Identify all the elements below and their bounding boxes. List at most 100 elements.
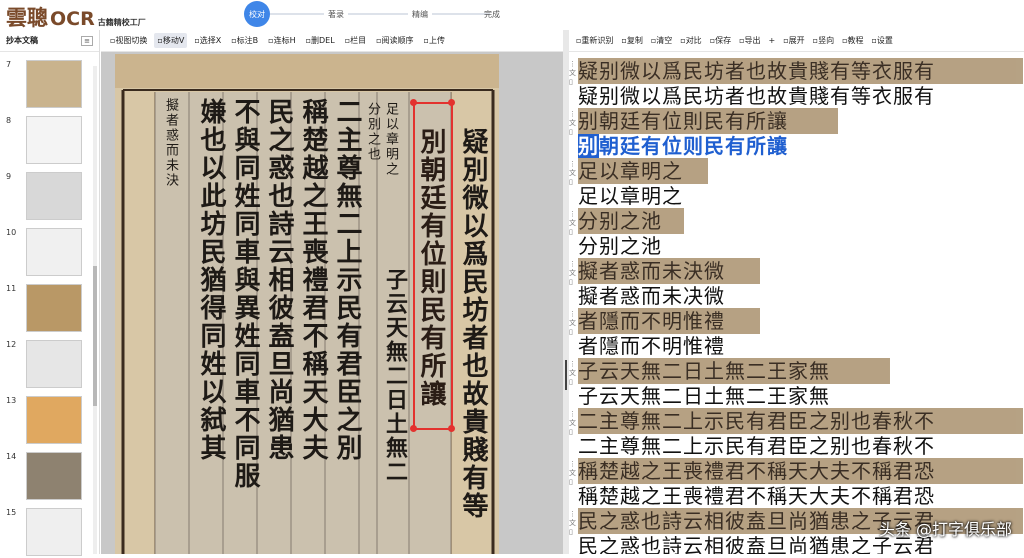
text-toolbar-button-tutorial[interactable]: ▫教程 — [839, 33, 866, 48]
selected-region-box[interactable] — [413, 102, 453, 430]
resize-handle[interactable] — [410, 99, 417, 106]
text-toolbar-button-plus[interactable]: + — [766, 34, 779, 47]
ocr-line[interactable]: ⋮ 文 ▯ 分别之池 分别之池 — [569, 208, 1024, 258]
toolbar-button-link-mark[interactable]: ▫连标H — [265, 33, 298, 48]
line-text-editor[interactable]: 稱楚越之王喪禮君不稱天大夫不稱君恐 — [578, 484, 935, 508]
toolbar-button-select[interactable]: ▫选择X — [191, 33, 224, 48]
toolbar-button-mark[interactable]: ▫标注B — [228, 33, 261, 48]
line-drag-handle-icon[interactable]: ⋮ 文 ▯ — [569, 310, 577, 337]
thumbnail-item[interactable]: 10 — [4, 228, 90, 278]
line-text-editor[interactable]: 擬者惑而未决微 — [578, 284, 725, 308]
line-text[interactable]: 二主尊無二上示民有君臣之别也春秋不 — [578, 434, 935, 458]
thumbnail-item[interactable]: 15 — [4, 508, 90, 558]
text-toolbar-button-compare[interactable]: ▫对比 — [677, 33, 704, 48]
ocr-text-panel[interactable]: ⋮ 文 ▯ 疑别微以爲民坊者也故貴賤有等衣服有 疑别微以爲民坊者也故貴賤有等衣服有 ⋮ 文 ▯… — [569, 52, 1024, 554]
toolbar-button-split-view[interactable]: ▫视图切换 — [107, 33, 150, 48]
line-text[interactable]: 朝廷有位则民有所讓 — [599, 134, 788, 158]
line-drag-handle-icon[interactable]: ⋮ 文 ▯ — [569, 160, 577, 187]
resize-handle[interactable] — [410, 425, 417, 432]
thumbnail-item[interactable]: 8 — [4, 116, 90, 166]
text-toolbar-label: 设置 — [876, 36, 893, 45]
line-text-editor[interactable]: 足以章明之 — [578, 184, 683, 208]
scrollbar-thumb[interactable] — [93, 266, 97, 406]
line-text[interactable]: 擬者惑而未决微 — [578, 284, 725, 308]
line-text[interactable]: 足以章明之 — [578, 184, 683, 208]
text-toolbar-button-save[interactable]: ▫保存 — [707, 33, 734, 48]
toolbar-button-upload[interactable]: ▫上传 — [421, 33, 448, 48]
text-toolbar-button-clear[interactable]: ▫清空 — [648, 33, 675, 48]
line-text[interactable]: 分别之池 — [578, 234, 662, 258]
thumbnail-image[interactable] — [26, 396, 82, 444]
selected-character[interactable]: 别 — [578, 134, 599, 158]
text-toolbar-button-re-recognize[interactable]: ▫重新识别 — [573, 33, 616, 48]
line-text-editor[interactable]: 分别之池 — [578, 234, 662, 258]
ocr-line[interactable]: ⋮ 文 ▯ 足以章明之 足以章明之 — [569, 158, 1024, 208]
line-text[interactable]: 稱楚越之王喪禮君不稱天大夫不稱君恐 — [578, 484, 935, 508]
line-text-editor[interactable]: 者隱而不明惟禮 — [578, 334, 725, 358]
step-proofread[interactable]: 校对 — [244, 1, 270, 27]
ocr-line[interactable]: ⋮ 文 ▯ 稱楚越之王喪禮君不稱天大夫不稱君恐 稱楚越之王喪禮君不稱天大夫不稱君恐 — [569, 458, 1024, 508]
line-drag-handle-icon[interactable]: ⋮ 文 ▯ — [569, 510, 577, 537]
logo-ocr: OCR — [50, 8, 95, 30]
line-drag-handle-icon[interactable]: ⋮ 文 ▯ — [569, 60, 577, 87]
thumbnail-image[interactable] — [26, 508, 82, 556]
ocr-line[interactable]: ⋮ 文 ▯ 子云天無二日土無二王家無 子云天無二日土無二王家無 — [569, 358, 1024, 408]
line-drag-handle-icon[interactable]: ⋮ 文 ▯ — [569, 260, 577, 287]
splitter-grip[interactable] — [565, 360, 567, 390]
text-toolbar-button-expand[interactable]: ▫展开 — [780, 33, 807, 48]
line-text-editor[interactable]: 疑别微以爲民坊者也故貴賤有等衣服有 — [578, 84, 935, 108]
text-toolbar-button-settings[interactable]: ▫设置 — [869, 33, 896, 48]
ocr-line[interactable]: ⋮ 文 ▯ 擬者惑而未決微 擬者惑而未决微 — [569, 258, 1024, 308]
line-drag-handle-icon[interactable]: ⋮ 文 ▯ — [569, 110, 577, 137]
toolbar-button-label: 视图切换 — [115, 36, 148, 45]
ocr-line[interactable]: ⋮ 文 ▯ 疑别微以爲民坊者也故貴賤有等衣服有 疑别微以爲民坊者也故貴賤有等衣服有 — [569, 58, 1024, 108]
toolbar-button-column[interactable]: ▫栏目 — [342, 33, 369, 48]
line-text-editor[interactable]: 子云天無二日土無二王家無 — [578, 384, 830, 408]
thumbnail-item[interactable]: 12 — [4, 340, 90, 390]
thumbnail-image[interactable] — [26, 452, 82, 500]
thumbnail-scrollbar[interactable] — [93, 66, 97, 554]
line-text-editor[interactable]: 二主尊無二上示民有君臣之别也春秋不 — [578, 434, 935, 458]
text-toolbar-label: + — [768, 36, 776, 45]
toolbar-button-move[interactable]: ▫移动V — [154, 33, 188, 48]
panel-menu-icon[interactable]: ≡ — [81, 35, 93, 46]
thumbnail-item[interactable]: 14 — [4, 452, 90, 502]
thumbnail-image[interactable] — [26, 60, 82, 108]
thumbnail-item[interactable]: 9 — [4, 172, 90, 222]
line-drag-handle-icon[interactable]: ⋮ 文 ▯ — [569, 210, 577, 237]
thumbnail-item[interactable]: 7 — [4, 60, 90, 110]
line-image-strip: 子云天無二日土無二王家無 — [578, 358, 890, 384]
line-drag-handle-icon[interactable]: ⋮ 文 ▯ — [569, 360, 577, 387]
thumbnail-image[interactable] — [26, 340, 82, 388]
text-toolbar-button-export[interactable]: ▫导出 — [736, 33, 763, 48]
thumbnail-image[interactable] — [26, 116, 82, 164]
line-drag-handle-icon[interactable]: ⋮ 文 ▯ — [569, 460, 577, 487]
scan-column-5: 二主尊無二上示民有君臣之別 — [332, 98, 362, 462]
line-drag-handle-icon[interactable]: ⋮ 文 ▯ — [569, 410, 577, 437]
line-text[interactable]: 子云天無二日土無二王家無 — [578, 384, 830, 408]
app-logo[interactable]: 雲聰 OCR 古籍精校工厂 — [6, 2, 146, 32]
thumbnail-item[interactable]: 11 — [4, 284, 90, 334]
resize-handle[interactable] — [448, 99, 455, 106]
line-text[interactable]: 者隱而不明惟禮 — [578, 334, 725, 358]
thumbnail-image[interactable] — [26, 228, 82, 276]
thumbnail-item[interactable]: 13 — [4, 396, 90, 446]
toolbar-button-reading-order[interactable]: ▫阅读顺序 — [373, 33, 416, 48]
line-text-editor[interactable]: 别朝廷有位则民有所讓 — [578, 134, 788, 158]
step-finish[interactable]: 完成 — [480, 2, 504, 26]
ocr-line[interactable]: ⋮ 文 ▯ 别朝廷有位則民有所讓 别朝廷有位则民有所讓 — [569, 108, 1024, 158]
text-toolbar-button-vertical[interactable]: ▫竖向 — [810, 33, 837, 48]
line-text[interactable]: 疑别微以爲民坊者也故貴賤有等衣服有 — [578, 84, 935, 108]
text-toolbar-button-copy[interactable]: ▫复制 — [618, 33, 645, 48]
thumbnail-image[interactable] — [26, 172, 82, 220]
resize-handle[interactable] — [448, 425, 455, 432]
step-refine[interactable]: 精编 — [408, 2, 432, 26]
thumbnail-image[interactable] — [26, 284, 82, 332]
toolbar-button-delete[interactable]: ▫删DEL — [303, 33, 338, 48]
ocr-line[interactable]: ⋮ 文 ▯ 者隱而不明惟禮 者隱而不明惟禮 — [569, 308, 1024, 358]
scan-column-3: 足以章明之 — [383, 102, 398, 177]
ocr-line[interactable]: ⋮ 文 ▯ 二主尊無二上示民有君臣之别也春秋不 二主尊無二上示民有君臣之别也春秋不 — [569, 408, 1024, 458]
scanned-page[interactable]: 疑別微以爲民坊者也故貴賤有等 別朝廷有位則民有所讓 足以章明之 分別之也 二主尊… — [115, 54, 499, 554]
step-catalog[interactable]: 著录 — [324, 2, 348, 26]
page-image-viewer[interactable]: 疑別微以爲民坊者也故貴賤有等 別朝廷有位則民有所讓 足以章明之 分別之也 二主尊… — [101, 52, 563, 554]
